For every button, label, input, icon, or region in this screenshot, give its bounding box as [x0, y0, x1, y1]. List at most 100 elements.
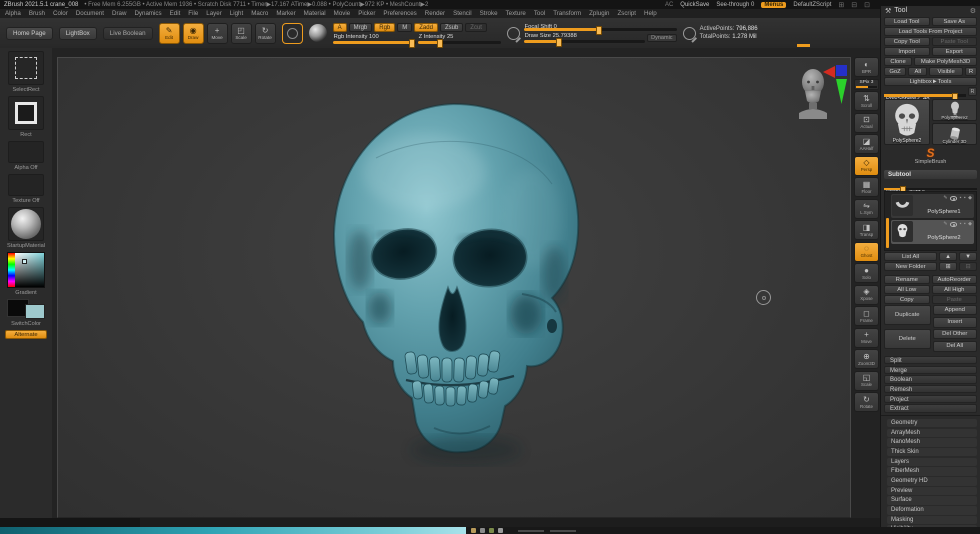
del-all-button[interactable]: Del All [933, 341, 978, 352]
subtool-poly-icon[interactable]: ▪ [960, 222, 962, 227]
load-tools-from-project-button[interactable]: Load Tools From Project [884, 27, 977, 36]
copy-subtool-button[interactable]: Copy [884, 295, 930, 304]
switch-color-widget[interactable] [7, 299, 45, 319]
transp-button[interactable]: ◨Transp [854, 220, 879, 240]
windows-taskbar[interactable] [0, 527, 980, 534]
menu-light[interactable]: Light [230, 10, 243, 17]
merge-group[interactable]: Merge [884, 366, 977, 375]
menu-material[interactable]: Material [304, 10, 326, 17]
spix-slider[interactable]: SPix 3 [854, 79, 879, 90]
subtool-uv-icon[interactable]: ▪ [964, 196, 966, 201]
zsub-button[interactable]: Zsub [440, 23, 463, 32]
menu-edit[interactable]: Edit [170, 10, 181, 17]
frame-button[interactable]: ◻Frame [854, 306, 879, 326]
current-tool-slider[interactable]: PolySphere2 48 R [884, 87, 977, 97]
alternate-button[interactable]: Alternate [5, 330, 47, 339]
aahalf-button[interactable]: ◪AAHalf [854, 134, 879, 154]
section-surface[interactable]: Surface [887, 496, 977, 505]
xpose-button[interactable]: ◈Xpose [854, 285, 879, 305]
section-geometry-hd[interactable]: Geometry HD [887, 477, 977, 486]
home-page-button[interactable]: Home Page [6, 27, 53, 40]
menu-render[interactable]: Render [425, 10, 445, 17]
paste-subtool-button[interactable]: Paste [932, 295, 978, 304]
taskbar-app-icon[interactable] [471, 528, 476, 533]
rotate-canvas-button[interactable]: ↻Rotate [854, 392, 879, 412]
document-canvas[interactable] [57, 57, 851, 518]
menu-movie[interactable]: Movie [334, 10, 351, 17]
save-as-button[interactable]: Save As [932, 17, 978, 26]
subtool-pen-icon[interactable]: ✎ [943, 196, 947, 201]
all-low-button[interactable]: All Low [884, 285, 930, 294]
zoom3d-button[interactable]: ⊕Zoom3D [854, 349, 879, 369]
m-button[interactable]: M [397, 23, 412, 32]
make-polymesh3d-button[interactable]: Make PolyMesh3D [914, 57, 977, 66]
menu-preferences[interactable]: Preferences [383, 10, 416, 17]
scroll-button[interactable]: ⇅Scroll [854, 91, 879, 111]
menu-zplugin[interactable]: Zplugin [589, 10, 609, 17]
menu-document[interactable]: Document [76, 10, 104, 17]
menus-toggle[interactable]: Menus [761, 2, 786, 8]
shelf-divider-handle[interactable] [797, 44, 810, 47]
bpr-render-button[interactable]: ◐ BPR [854, 57, 879, 77]
list-all-button[interactable]: List All [884, 252, 937, 261]
rotate-mode-button[interactable]: ↻ Rotate [255, 23, 276, 44]
subtool-poly-icon[interactable]: ▪ [960, 196, 962, 201]
rgb-button[interactable]: Rgb [374, 23, 395, 32]
mrgb-button[interactable]: Mrgb [349, 23, 373, 32]
split-group[interactable]: Split [884, 356, 977, 365]
floor-button[interactable]: ▦Floor [854, 177, 879, 197]
live-boolean-toggle[interactable]: Live Boolean [103, 27, 153, 40]
menu-texture[interactable]: Texture [506, 10, 526, 17]
zcut-button[interactable]: Zcut [465, 23, 487, 32]
current-brush-preview[interactable] [282, 23, 303, 44]
menu-draw[interactable]: Draw [112, 10, 126, 17]
local-sym-button[interactable]: ⇋L.Sym [854, 199, 879, 219]
stroke-thumbnail[interactable] [8, 96, 44, 130]
del-other-button[interactable]: Del Other [933, 329, 978, 340]
insert-button[interactable]: Insert [933, 317, 978, 328]
append-button[interactable]: Append [933, 305, 978, 316]
hotkeys-icon[interactable]: ⊞ [838, 1, 844, 9]
anchor-a-button[interactable]: A [333, 23, 347, 32]
subtool-section-header[interactable]: Subtool [884, 170, 977, 179]
draw-mode-button[interactable]: ◉ Draw [183, 23, 204, 44]
subtool-scrollbar[interactable] [886, 218, 889, 247]
subtool-color-icon[interactable]: ◆ [968, 222, 972, 227]
material-thumbnail[interactable] [8, 207, 44, 241]
project-group[interactable]: Project [884, 395, 977, 404]
actual-button[interactable]: ⊡Actual [854, 113, 879, 133]
menu-macro[interactable]: Macro [251, 10, 268, 17]
mouse-actions-icon[interactable]: ⊟ [851, 1, 857, 9]
menu-transform[interactable]: Transform [553, 10, 581, 17]
visibility-eye-icon[interactable] [950, 222, 957, 227]
default-zscript-button[interactable]: DefaultZScript [793, 2, 831, 8]
folder-exit-icon[interactable]: ⊟ [959, 262, 977, 271]
menu-marker[interactable]: Marker [276, 10, 295, 17]
hue-strip[interactable] [8, 253, 15, 287]
sculptris-pro-sphere-icon[interactable] [309, 24, 327, 42]
scale-canvas-button[interactable]: ◱Scale [854, 371, 879, 391]
menu-brush[interactable]: Brush [29, 10, 45, 17]
subtool-row-polysphere1[interactable]: ✎ ▪ ▪ ◆ PolySphere1 [891, 194, 974, 218]
saturation-square[interactable] [15, 253, 44, 287]
menu-file[interactable]: File [188, 10, 198, 17]
primary-color-swatch[interactable] [25, 304, 45, 319]
alpha-thumbnail[interactable] [8, 141, 44, 163]
texture-thumbnail[interactable] [8, 174, 44, 196]
subtool-uv-icon[interactable]: ▪ [964, 222, 966, 227]
quick-pick-polysphere2[interactable]: PolySphere2 [932, 99, 977, 121]
current-brush-slot[interactable]: S SimpleBrush [881, 145, 980, 169]
new-folder-button[interactable]: New Folder [884, 262, 937, 271]
persp-button[interactable]: ◇Persp [854, 156, 879, 176]
move-mode-button[interactable]: + Move [207, 23, 228, 44]
axis-gizmo[interactable] [823, 64, 849, 106]
section-layers[interactable]: Layers [887, 458, 977, 467]
taskbar-window-buttons[interactable] [508, 527, 980, 534]
visible-count-slider[interactable]: Visible Count 6 [884, 180, 977, 190]
menu-tool[interactable]: Tool [534, 10, 545, 17]
menu-picker[interactable]: Picker [358, 10, 375, 17]
clone-button[interactable]: Clone [884, 57, 912, 66]
lightbox-button[interactable]: LightBox [59, 27, 97, 40]
delete-button[interactable]: Delete [884, 329, 931, 349]
section-fibermesh[interactable]: FiberMesh [887, 467, 977, 476]
